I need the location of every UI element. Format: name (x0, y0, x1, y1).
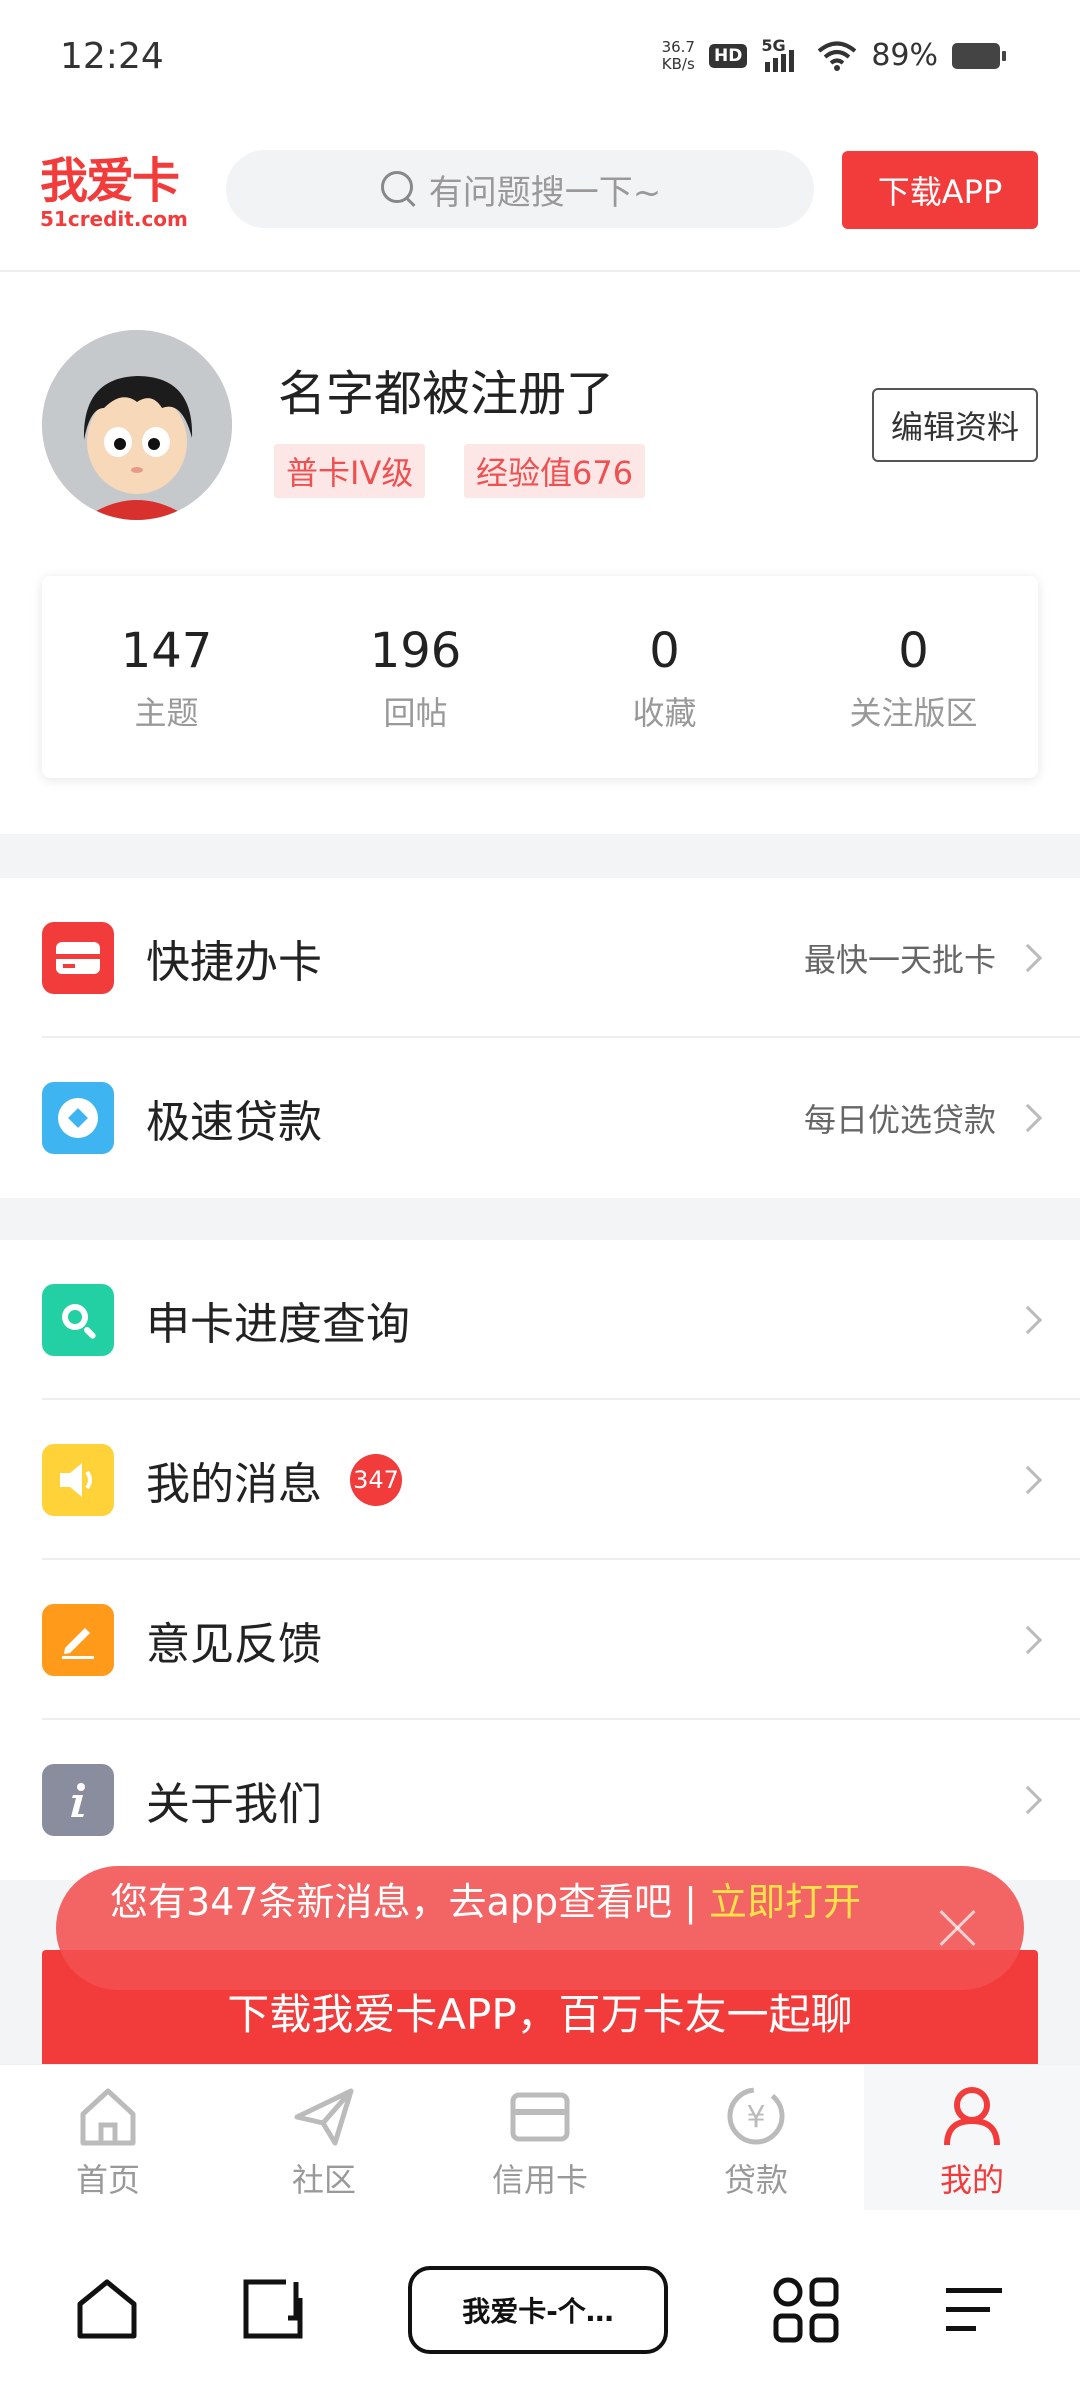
user-name: 名字都被注册了 (278, 366, 615, 422)
profile-section: 名字都被注册了 普卡IV级 经验值676 编辑资料 147 主题 196 回帖 … (0, 274, 1080, 834)
credit-card-icon (510, 2092, 570, 2142)
menu-label: 意见反馈 (146, 1619, 322, 1670)
logo-text: 我爱卡 (40, 153, 180, 209)
nav-credit-card[interactable]: 信用卡 (432, 2065, 648, 2211)
chevron-right-icon (1013, 1625, 1043, 1655)
menu-group-secondary: 申卡进度查询 我的消息 347 意见反馈 关于我们 (0, 1240, 1080, 1880)
search-icon (379, 169, 419, 209)
menu-item-application-progress[interactable]: 申卡进度查询 (0, 1240, 1080, 1400)
chevron-right-icon (1013, 1465, 1043, 1495)
network-speed: 36.7 KB/s (661, 37, 695, 73)
search-progress-icon (42, 1284, 114, 1356)
stats-card: 147 主题 196 回帖 0 收藏 0 关注版区 (42, 576, 1038, 778)
experience-tag: 经验值676 (464, 444, 646, 498)
network-speed-value: 36.7 (661, 37, 695, 56)
logo-domain: 51credit.com (40, 207, 188, 231)
home-icon (80, 2088, 136, 2146)
stat-label: 主题 (134, 694, 199, 732)
app-header: 我爱卡 51credit.com 有问题搜一下~ 下载APP (0, 120, 1080, 272)
menu-label: 申卡进度查询 (146, 1299, 410, 1350)
nav-label: 贷款 (723, 2161, 788, 2199)
signal-icon: 5G (761, 36, 803, 72)
app-grid-icon[interactable] (770, 2274, 840, 2344)
edit-profile-button[interactable]: 编辑资料 (872, 388, 1038, 462)
menu-item-feedback[interactable]: 意见反馈 (0, 1560, 1080, 1720)
menu-item-about-us[interactable]: 关于我们 (0, 1720, 1080, 1880)
system-nav-bar: 我爱卡-个… (0, 2210, 1080, 2400)
stat-value: 0 (649, 623, 680, 679)
nav-community[interactable]: 社区 (216, 2065, 432, 2211)
menu-label: 我的消息 (146, 1459, 322, 1510)
system-recent-apps-icon[interactable] (238, 2274, 308, 2344)
user-icon (944, 2087, 1000, 2146)
stat-topics[interactable]: 147 主题 (42, 576, 291, 778)
send-icon (294, 2088, 354, 2146)
network-speed-unit: KB/s (661, 54, 695, 73)
section-divider (0, 1198, 1080, 1240)
nav-label: 信用卡 (491, 2161, 588, 2199)
search-placeholder: 有问题搜一下~ (428, 172, 662, 213)
download-app-button[interactable]: 下载APP (842, 151, 1038, 229)
search-input[interactable]: 有问题搜一下~ (226, 150, 814, 228)
menu-label: 极速贷款 (146, 1097, 322, 1148)
stat-label: 收藏 (632, 694, 697, 732)
loan-icon (42, 1082, 114, 1154)
chevron-right-icon (1013, 1305, 1043, 1335)
status-indicators: 36.7 KB/s HD 5G 89% (661, 36, 1006, 73)
menu-lines-icon[interactable] (940, 2274, 1010, 2344)
bottom-nav: 首页 社区 信用卡 ¥ 贷款 我的 (0, 2064, 1080, 2211)
edit-icon (42, 1604, 114, 1676)
chevron-right-icon (1013, 1103, 1043, 1133)
nav-label: 我的 (939, 2161, 1004, 2199)
menu-group-primary: 快捷办卡 最快一天批卡 极速贷款 每日优选贷款 (0, 878, 1080, 1198)
current-task-pill[interactable]: 我爱卡-个… (408, 2266, 668, 2354)
stat-followed-boards[interactable]: 0 关注版区 (789, 576, 1038, 778)
chevron-right-icon (1013, 1785, 1043, 1815)
status-bar: 12:24 36.7 KB/s HD 5G 89% (0, 0, 1080, 120)
speaker-icon (42, 1444, 114, 1516)
network-type: 5G (761, 35, 786, 55)
nav-loan[interactable]: ¥ 贷款 (648, 2065, 864, 2211)
stat-label: 关注版区 (849, 694, 978, 732)
battery-icon (952, 42, 1006, 69)
stat-value: 147 (120, 623, 213, 679)
nav-home[interactable]: 首页 (0, 2065, 216, 2211)
menu-item-my-messages[interactable]: 我的消息 347 (0, 1400, 1080, 1560)
status-time: 12:24 (60, 36, 164, 77)
menu-item-fast-loan[interactable]: 极速贷款 每日优选贷款 (0, 1038, 1080, 1198)
stat-replies[interactable]: 196 回帖 (291, 576, 540, 778)
section-divider (0, 834, 1080, 878)
site-logo[interactable]: 我爱卡 51credit.com (40, 154, 200, 230)
menu-subtitle: 每日优选贷款 (803, 1101, 996, 1139)
unread-badge: 347 (350, 1454, 402, 1506)
info-icon (42, 1764, 114, 1836)
svg-text:¥: ¥ (746, 2100, 765, 2135)
menu-label: 关于我们 (146, 1779, 322, 1830)
hd-icon: HD (708, 43, 748, 68)
stat-label: 回帖 (383, 694, 448, 732)
level-tag: 普卡IV级 (274, 444, 426, 498)
menu-label: 快捷办卡 (146, 937, 322, 988)
nav-mine[interactable]: 我的 (864, 2065, 1080, 2211)
menu-subtitle: 最快一天批卡 (803, 941, 996, 979)
stat-favorites[interactable]: 0 收藏 (540, 576, 789, 778)
avatar-image (42, 330, 232, 520)
toast-message: 您有347条新消息，去app查看吧 | (110, 1880, 710, 1924)
chevron-right-icon (1013, 943, 1043, 973)
nav-label: 社区 (291, 2161, 356, 2199)
card-icon (42, 922, 114, 994)
close-icon[interactable] (936, 1906, 980, 1950)
nav-label: 首页 (75, 2161, 140, 2199)
system-home-icon[interactable] (72, 2274, 142, 2344)
stat-value: 196 (369, 623, 462, 679)
new-message-toast[interactable]: 您有347条新消息，去app查看吧 | 立即打开 (56, 1866, 1024, 1990)
battery-percent: 89% (871, 38, 938, 73)
wifi-icon (818, 41, 857, 71)
toast-text: 您有347条新消息，去app查看吧 | 立即打开 (110, 1880, 990, 1924)
stat-value: 0 (898, 623, 929, 679)
avatar[interactable] (42, 330, 232, 520)
open-now-link[interactable]: 立即打开 (709, 1880, 861, 1924)
yen-icon: ¥ (727, 2087, 785, 2145)
menu-item-quick-card[interactable]: 快捷办卡 最快一天批卡 (0, 878, 1080, 1038)
